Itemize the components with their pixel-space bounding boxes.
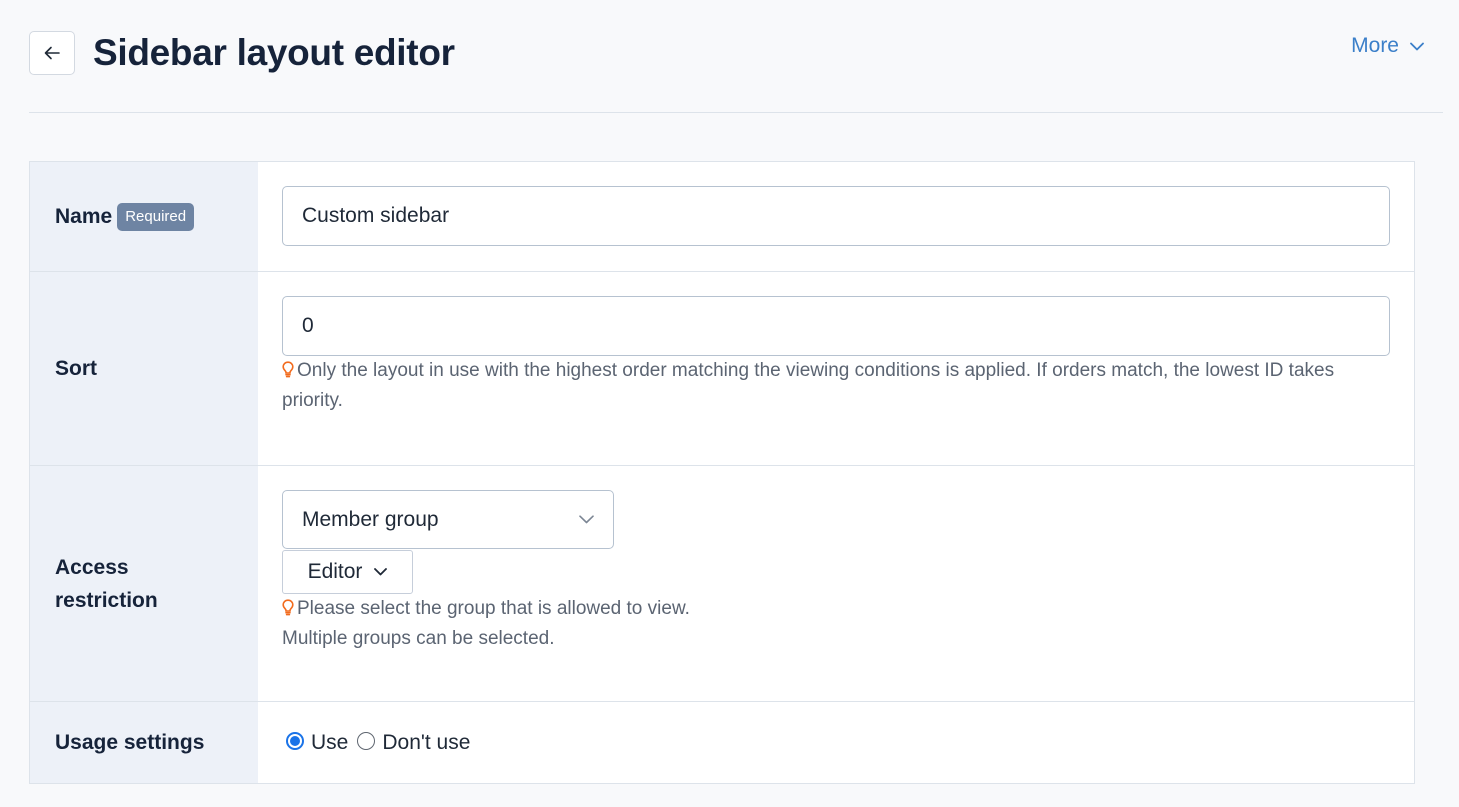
usage-label: Usage settings [55,731,205,754]
chevron-down-icon [1410,42,1424,50]
usage-row: Usage settings Use Don't use [30,701,1414,783]
page-header: Sidebar layout editor More [29,0,1443,113]
more-button[interactable]: More [1351,34,1424,58]
sort-hint: Only the layout in use with the highest … [282,356,1392,416]
access-label: Access restriction [55,555,158,612]
usage-option-dont-use[interactable]: Don't use [357,731,470,755]
access-label-cell: Access restriction [30,466,258,701]
required-badge: Required [117,202,195,231]
name-input[interactable] [282,186,1390,246]
member-group-dropdown[interactable]: Editor [282,550,413,594]
sort-hint-text: Only the layout in use with the highest … [282,360,1335,411]
name-label-cell: Name Required [30,162,258,271]
member-group-value: Editor [307,560,363,583]
usage-option-use[interactable]: Use [286,731,348,755]
access-hint: Please select the group that is allowed … [282,594,1390,654]
radio-button-checked[interactable] [286,732,304,750]
access-hint-line2: Multiple groups can be selected. [282,628,555,649]
name-content [258,162,1414,271]
usage-option-use-label: Use [311,731,349,754]
back-button[interactable] [29,31,75,75]
radio-button[interactable] [357,732,376,750]
page-title: Sidebar layout editor [93,32,455,73]
usage-radio-group: Use Don't use [286,702,1390,784]
access-content: Member group Editor Please select the gr… [258,466,1414,701]
access-type-value: Member group [302,507,439,531]
access-type-select[interactable]: Member group [282,490,614,549]
sort-label: Sort [55,357,97,380]
sort-content: Only the layout in use with the highest … [258,272,1416,465]
name-row: Name Required [30,162,1414,271]
access-row: Access restriction Member group Editor P… [30,465,1414,701]
sort-row: Sort Only the layout in use with the hig… [30,271,1414,465]
more-label: More [1351,34,1399,57]
chevron-down-icon [579,515,594,524]
lightbulb-icon [282,361,294,378]
usage-content: Use Don't use [258,702,1414,783]
lightbulb-icon [282,599,294,616]
name-label: Name [55,205,113,228]
chevron-down-icon [374,568,388,576]
sidebar-form: Name Required Sort Only the layout in us… [29,161,1415,784]
usage-option-dont-use-label: Don't use [382,731,471,754]
usage-label-cell: Usage settings [30,702,258,783]
access-hint-line1: Please select the group that is allowed … [297,598,690,619]
arrow-left-icon [44,46,60,60]
sort-input[interactable] [282,296,1390,356]
sort-label-cell: Sort [30,272,258,465]
